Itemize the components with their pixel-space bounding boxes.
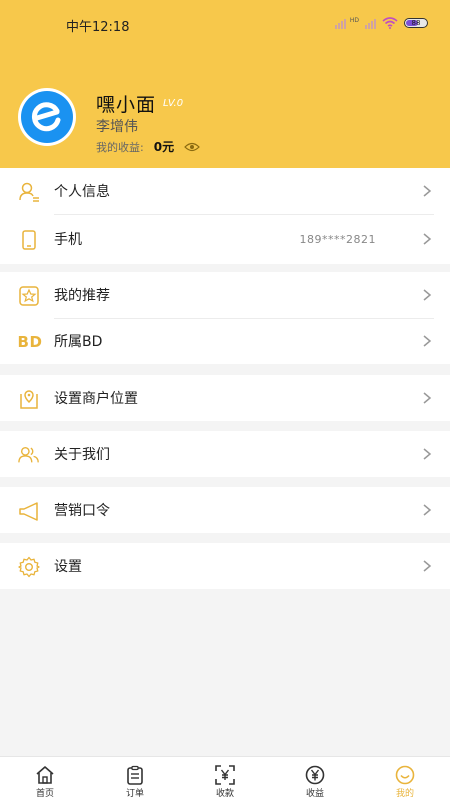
tab-label: 订单 [125,789,144,799]
menu-item-set-location[interactable]: 设置商户位置 [0,375,450,421]
bottom-tab-bar: 首页 订单 收款 收益 我的 [0,756,450,801]
menu-item-settings[interactable]: 设置 [0,543,450,589]
menu-label: 设置商户位置 [54,391,138,407]
menu-label: 所属BD [54,334,103,350]
earnings-label: 我的收益: [96,140,144,154]
user-level-badge: LV.0 [163,98,184,109]
menu-item-phone[interactable]: 手机 189****2821 [0,216,450,262]
tab-label: 首页 [35,789,54,799]
chevron-right-icon [423,335,432,347]
chevron-right-icon [423,448,432,460]
smile-icon [395,765,415,785]
divider [54,214,434,215]
menu-label: 我的推荐 [54,288,110,304]
menu-label: 设置 [54,559,82,575]
map-pin-icon [18,388,40,410]
chevron-right-icon [423,504,432,516]
location-group: 设置商户位置 [0,375,450,421]
chevron-right-icon [423,185,432,197]
referral-group: 我的推荐 BD 所属BD [0,272,450,364]
wifi-icon [382,17,398,29]
menu-item-my-referral[interactable]: 我的推荐 [0,272,450,318]
tab-earnings[interactable]: 收益 [270,757,360,801]
chevron-right-icon [423,233,432,245]
battery-level: 88 [411,19,421,27]
status-bar: 中午12:18 HD 88 [0,0,450,48]
phone-number: 189****2821 [299,232,376,246]
tab-collect[interactable]: 收款 [180,757,270,801]
gear-icon [18,556,40,578]
settings-group: 设置 [0,543,450,589]
avatar[interactable] [18,88,76,146]
tab-orders[interactable]: 订单 [90,757,180,801]
signal-icon [334,18,346,29]
menu-label: 关于我们 [54,447,110,463]
chevron-right-icon [423,289,432,301]
tab-label: 收款 [215,789,234,799]
menu-item-marketing-code[interactable]: 营销口令 [0,487,450,533]
menu-item-personal-info[interactable]: 个人信息 [0,168,450,214]
app-logo-icon [21,91,73,143]
battery-icon: 88 [404,18,428,28]
menu-label: 营销口令 [54,503,110,519]
status-time: 中午12:18 [66,20,130,35]
marketing-group: 营销口令 [0,487,450,533]
menu-label: 个人信息 [54,184,110,200]
user-nickname: 嘿小面 [96,94,157,116]
tab-label: 我的 [395,789,414,799]
about-group: 关于我们 [0,431,450,477]
order-icon [127,765,143,785]
user-real-name: 李增伟 [96,119,138,135]
home-icon [36,766,54,784]
menu-item-about-us[interactable]: 关于我们 [0,431,450,477]
menu-item-belonging-bd[interactable]: BD 所属BD [0,318,450,364]
yen-coin-icon [305,765,325,785]
megaphone-icon [18,500,40,522]
earnings: 我的收益: 0元 [96,138,200,155]
account-group: 个人信息 手机 189****2821 [0,168,450,264]
eye-toggle-icon[interactable] [184,142,200,152]
chevron-right-icon [423,560,432,572]
tab-mine[interactable]: 我的 [360,757,450,801]
earnings-value: 0元 [153,140,175,154]
chevron-right-icon [423,392,432,404]
bd-icon-text: BD [17,333,43,351]
menu-label: 手机 [54,232,82,248]
phone-icon [18,229,40,251]
star-badge-icon [18,285,40,307]
scan-yen-icon [215,765,235,785]
network-type: HD [349,16,359,24]
user-profile-icon [18,181,40,203]
tab-label: 收益 [305,789,324,799]
bd-icon: BD [16,331,44,353]
tab-home[interactable]: 首页 [0,757,90,801]
signal-icon-2 [365,18,376,29]
profile-header: 中午12:18 HD 88 嘿小面 LV.0 李增伟 我的收益: 0元 [0,0,450,168]
status-icons: HD 88 [334,16,428,29]
users-icon [18,444,40,466]
